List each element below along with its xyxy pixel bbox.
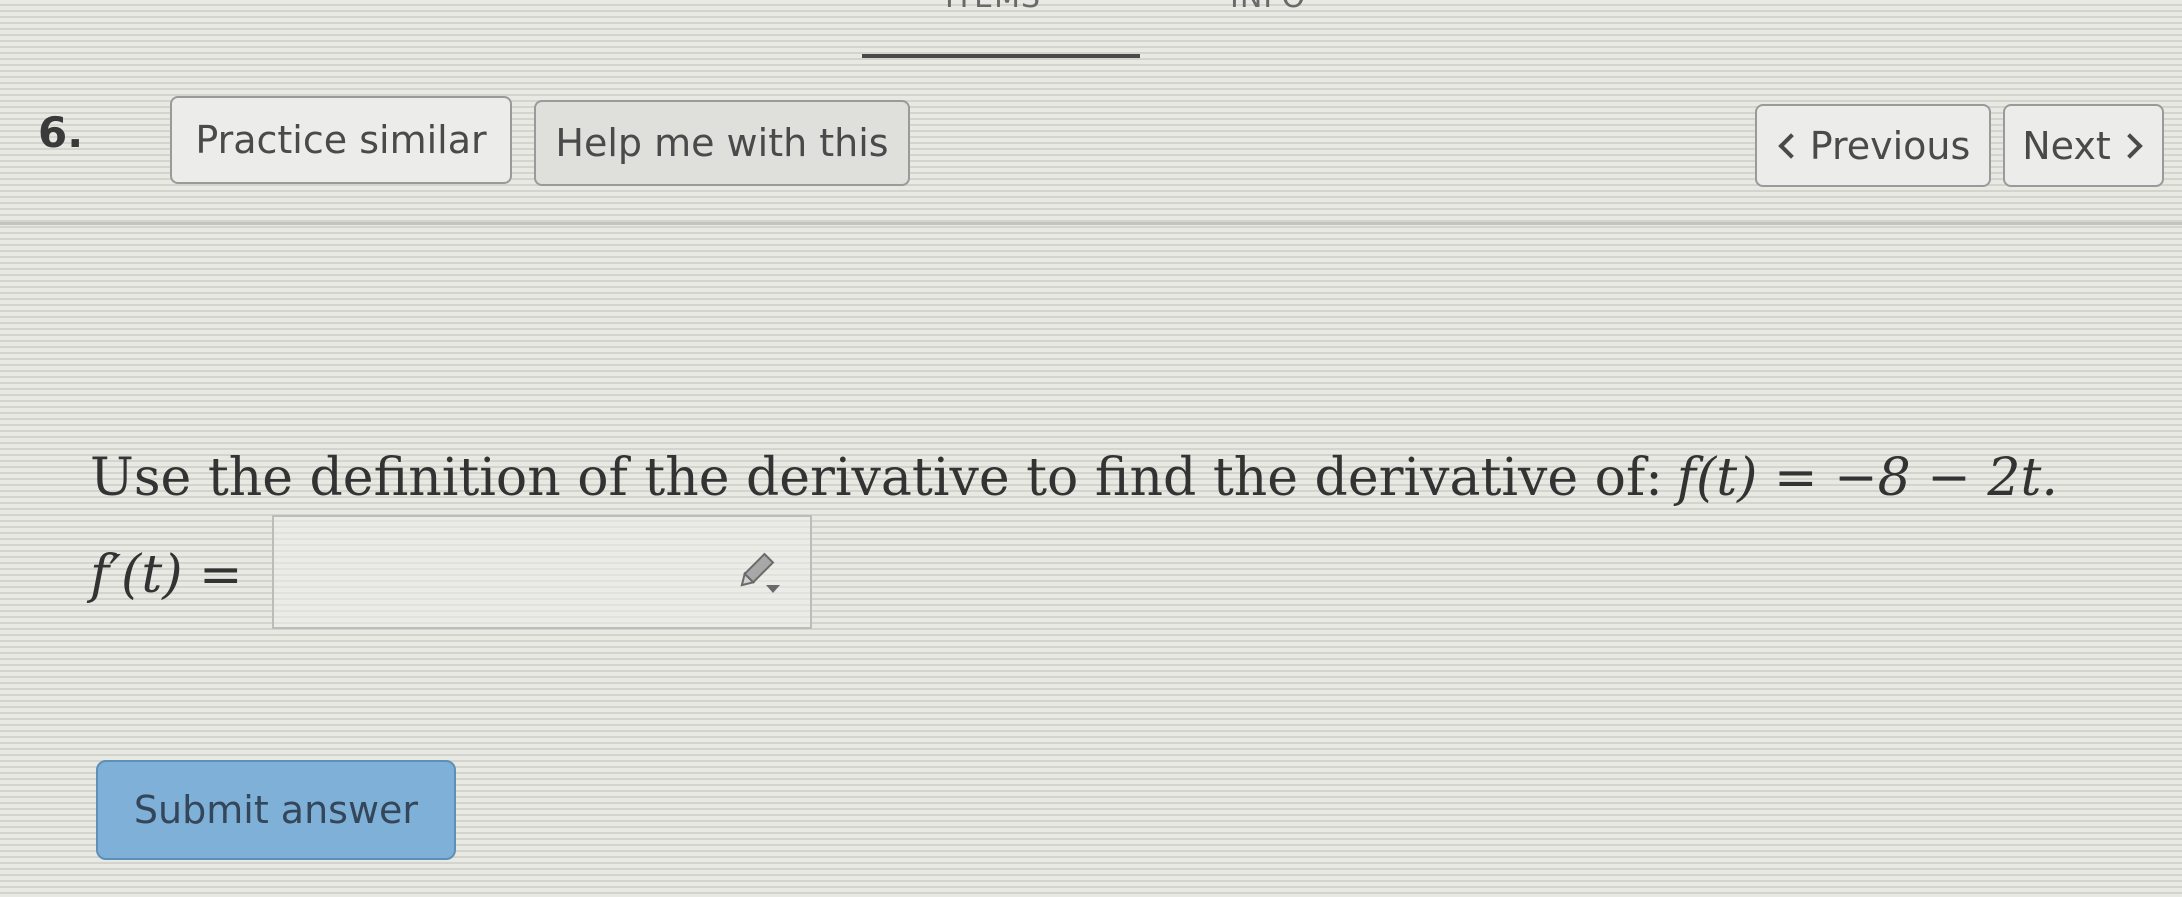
next-label: Next: [2022, 123, 2111, 168]
chevron-left-icon: [1777, 132, 1804, 159]
previous-label: Previous: [1809, 123, 1971, 168]
pencil-icon[interactable]: [736, 551, 782, 597]
answer-input[interactable]: [272, 515, 812, 629]
submit-answer-button[interactable]: Submit answer: [96, 760, 456, 860]
help-me-button[interactable]: Help me with this: [534, 100, 910, 186]
practice-similar-button[interactable]: Practice similar: [170, 96, 512, 184]
chevron-right-icon: [2117, 132, 2143, 159]
active-tab-underline: [862, 54, 1140, 58]
header-divider: [0, 222, 2182, 225]
practice-similar-label: Practice similar: [195, 118, 487, 162]
answer-label: f′(t) =: [90, 545, 243, 605]
question-prompt: Use the definition of the derivative to …: [90, 448, 1663, 508]
tab-info[interactable]: INFO: [1230, 0, 1306, 15]
question-number: 6.: [38, 108, 84, 157]
question-function: f(t) = −8 − 2t.: [1676, 448, 2058, 508]
tab-items[interactable]: ITEMS: [945, 0, 1041, 15]
previous-button[interactable]: Previous: [1755, 104, 1991, 187]
question-text: Use the definition of the derivative to …: [90, 448, 2058, 508]
next-button[interactable]: Next: [2003, 104, 2164, 187]
submit-answer-label: Submit answer: [133, 788, 419, 832]
help-me-label: Help me with this: [555, 121, 889, 165]
top-tabs: ITEMS INFO: [0, 0, 2182, 15]
